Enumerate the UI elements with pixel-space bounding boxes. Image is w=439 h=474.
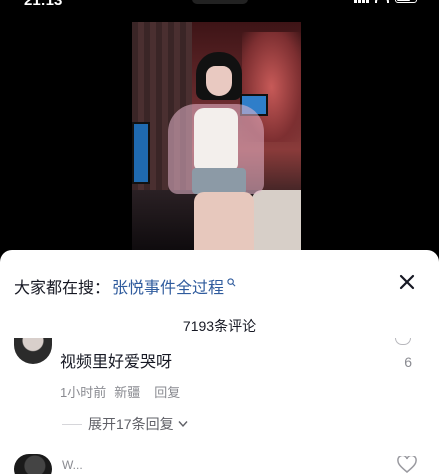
reply-button[interactable]: 回复: [154, 382, 180, 401]
like-count: 6: [404, 354, 412, 370]
wifi-icon: [375, 0, 389, 3]
video-person-legs: [194, 192, 254, 254]
comment-meta: 1小时前 新疆 回复: [60, 382, 180, 401]
status-time: 21:13: [24, 0, 63, 9]
expand-divider: [62, 423, 82, 425]
comment-count: 7193条评论: [182, 318, 257, 334]
expand-replies-label: 展开17条回复: [88, 416, 174, 432]
dynamic-island: [192, 0, 248, 4]
chevron-down-icon: [178, 421, 188, 428]
video-person-shorts: [192, 168, 246, 194]
comment-text[interactable]: 视频里好爱哭呀: [60, 348, 172, 372]
search-hint-prefix: 大家都在搜：: [14, 280, 111, 297]
heart-icon[interactable]: [397, 456, 417, 474]
close-button[interactable]: [397, 272, 417, 292]
like-icon[interactable]: [395, 338, 411, 345]
comment-location: 新疆: [114, 385, 141, 400]
expand-replies-button[interactable]: 展开17条回复: [62, 414, 188, 434]
comment-item: 视频里好爱哭呀 1小时前 新疆 回复 6 展开17条回复: [0, 338, 439, 438]
signal-icon: [354, 0, 369, 3]
video-person-face: [206, 66, 232, 96]
search-icon: [227, 277, 236, 286]
video-frame[interactable]: [132, 22, 301, 254]
status-icons: [354, 0, 417, 3]
avatar[interactable]: [14, 338, 52, 364]
comment-sheet: 大家都在搜： 张悦事件全过程 7193条评论 视频里好爱哭呀 1小时前 新疆 回…: [0, 250, 439, 474]
search-hint[interactable]: 大家都在搜： 张悦事件全过程: [14, 274, 236, 298]
comment-time: 1小时前: [60, 385, 107, 400]
close-icon: [399, 274, 415, 290]
video-person-top: [194, 108, 238, 170]
search-hint-link[interactable]: 张悦事件全过程: [112, 274, 224, 298]
video-monitor-left: [132, 122, 150, 184]
avatar[interactable]: [14, 454, 52, 474]
battery-icon: [395, 0, 417, 3]
comment-item: W...: [0, 454, 439, 474]
status-bar: 21:13: [0, 0, 439, 10]
video-chair: [252, 190, 301, 254]
comment-username[interactable]: W...: [62, 458, 83, 472]
